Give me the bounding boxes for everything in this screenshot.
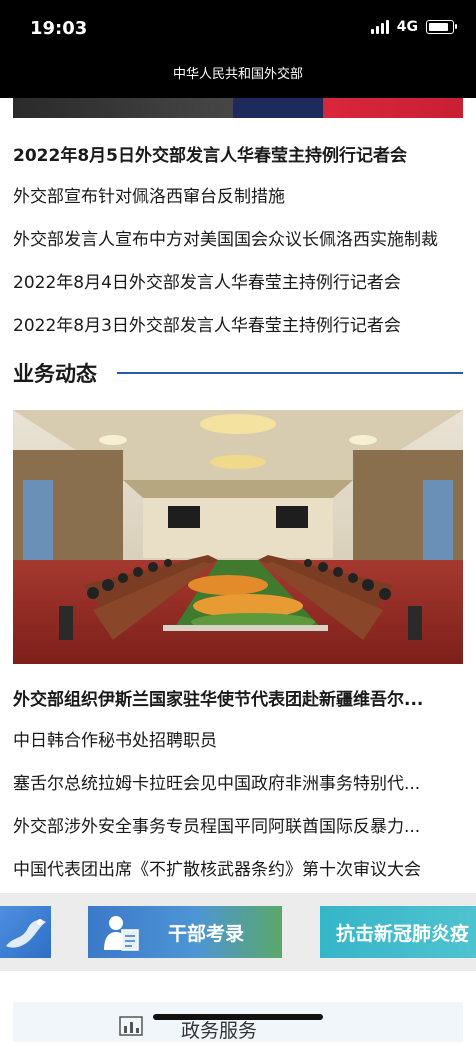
banner-cadre-recruitment[interactable]: 干部考录 <box>88 906 282 958</box>
banner-label: 干部考录 <box>168 923 245 945</box>
person-document-icon <box>104 916 139 951</box>
section-header: 业务动态 <box>13 356 463 390</box>
status-bar: 19:03 4G <box>0 0 476 58</box>
news-link[interactable]: 外交部涉外安全事务专员程国平同阿联酋国际反暴力... <box>13 812 463 837</box>
news-link[interactable]: 外交部宣布针对佩洛西窜台反制措施 <box>13 182 463 207</box>
news-link-headline[interactable]: 外交部组织伊斯兰国家驻华使节代表团赴新疆维吾尔... <box>13 685 463 710</box>
status-time: 19:03 <box>30 18 88 39</box>
network-type: 4G <box>396 19 418 35</box>
news-link-headline[interactable]: 2022年8月5日外交部发言人华春莹主持例行记者会 <box>13 141 463 166</box>
page-title-bar: 中华人民共和国外交部 <box>0 58 476 98</box>
meeting-photo[interactable] <box>13 410 463 664</box>
battery-fill <box>429 23 448 31</box>
battery-icon <box>426 20 457 34</box>
news-link[interactable]: 2022年8月4日外交部发言人华春莹主持例行记者会 <box>13 268 463 293</box>
news-link[interactable]: 塞舌尔总统拉姆卡拉旺会见中国政府非洲事务特别代... <box>13 769 463 794</box>
banner-covid[interactable]: 抗击新冠肺炎疫 <box>320 906 476 958</box>
banner-left[interactable] <box>0 906 51 958</box>
news-link[interactable]: 外交部发言人宣布中方对美国国会众议长佩洛西实施制裁 <box>13 225 463 250</box>
signal-icon <box>370 20 389 34</box>
chart-icon <box>119 1016 143 1036</box>
government-services-entry[interactable]: 政务服务 <box>13 1002 463 1042</box>
section-title: 业务动态 <box>13 362 97 386</box>
status-indicators: 4G <box>370 19 457 35</box>
banner-label: 抗击新冠肺炎疫 <box>336 923 470 945</box>
page-title: 中华人民共和国外交部 <box>172 67 303 82</box>
top-news-image[interactable] <box>13 98 463 118</box>
section-divider <box>117 372 463 374</box>
news-link[interactable]: 2022年8月3日外交部发言人华春莹主持例行记者会 <box>13 311 463 336</box>
banner-carousel[interactable]: 干部考录 抗击新冠肺炎疫 <box>0 893 476 971</box>
news-link[interactable]: 中国代表团出席《不扩散核武器条约》第十次审议大会 <box>13 855 463 880</box>
news-link[interactable]: 中日韩合作秘书处招聘职员 <box>13 726 463 751</box>
home-indicator[interactable] <box>153 1014 323 1020</box>
